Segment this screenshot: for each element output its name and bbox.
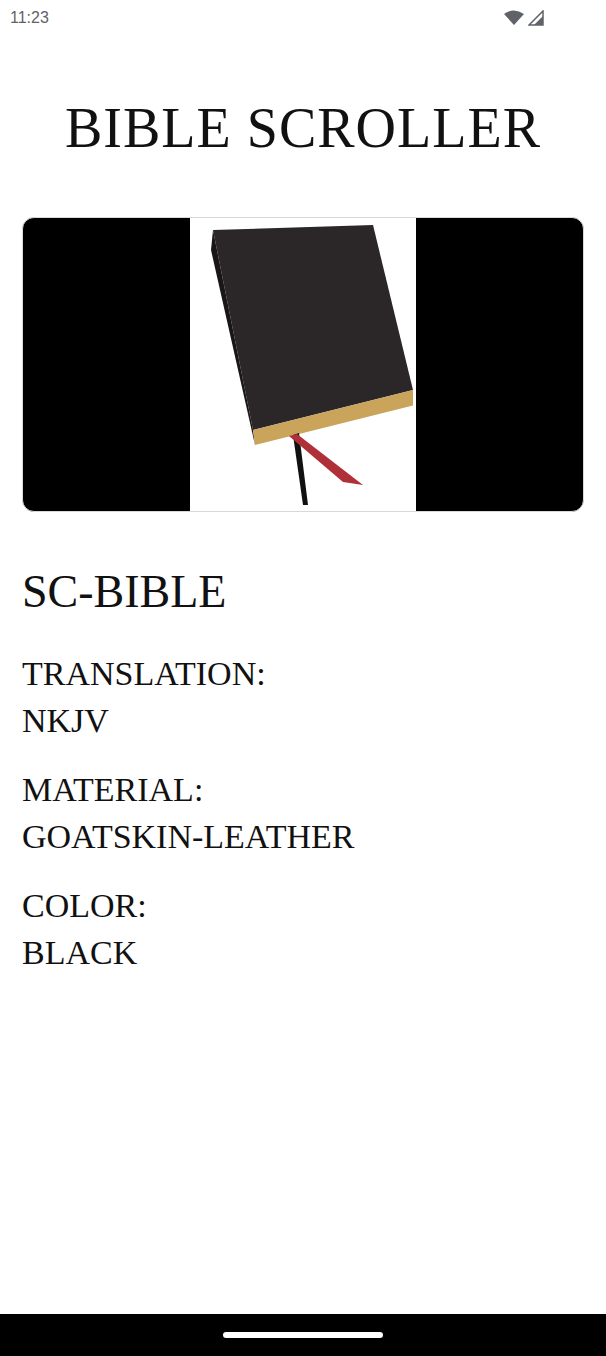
spec-list: TRANSLATION: NKJV MATERIAL: GOATSKIN-LEAT… [22,650,584,976]
status-icons [504,10,544,26]
book-photo [190,218,416,511]
home-handle[interactable] [223,1332,383,1338]
wifi-icon [504,10,524,26]
spec-label: TRANSLATION: [22,650,584,697]
status-bar: 11:23 [0,0,606,36]
status-time: 11:23 [10,9,49,27]
screen: 11:23 BIBLE SCROLLER SC-BIBLE TRANSLATIO… [0,0,606,1356]
spec-item: TRANSLATION: NKJV [22,650,584,744]
signal-icon [528,10,544,26]
app-title: BIBLE SCROLLER [0,86,606,170]
spec-label: COLOR: [22,882,584,929]
spec-value: BLACK [22,929,584,976]
spec-item: COLOR: BLACK [22,882,584,976]
product-image [22,217,584,512]
product-name: SC-BIBLE [22,562,584,622]
spec-value: NKJV [22,697,584,744]
spec-label: MATERIAL: [22,766,584,813]
navigation-bar [0,1314,606,1356]
spec-item: MATERIAL: GOATSKIN-LEATHER [22,766,584,860]
book-icon [193,220,413,510]
spec-value: GOATSKIN-LEATHER [22,813,584,860]
